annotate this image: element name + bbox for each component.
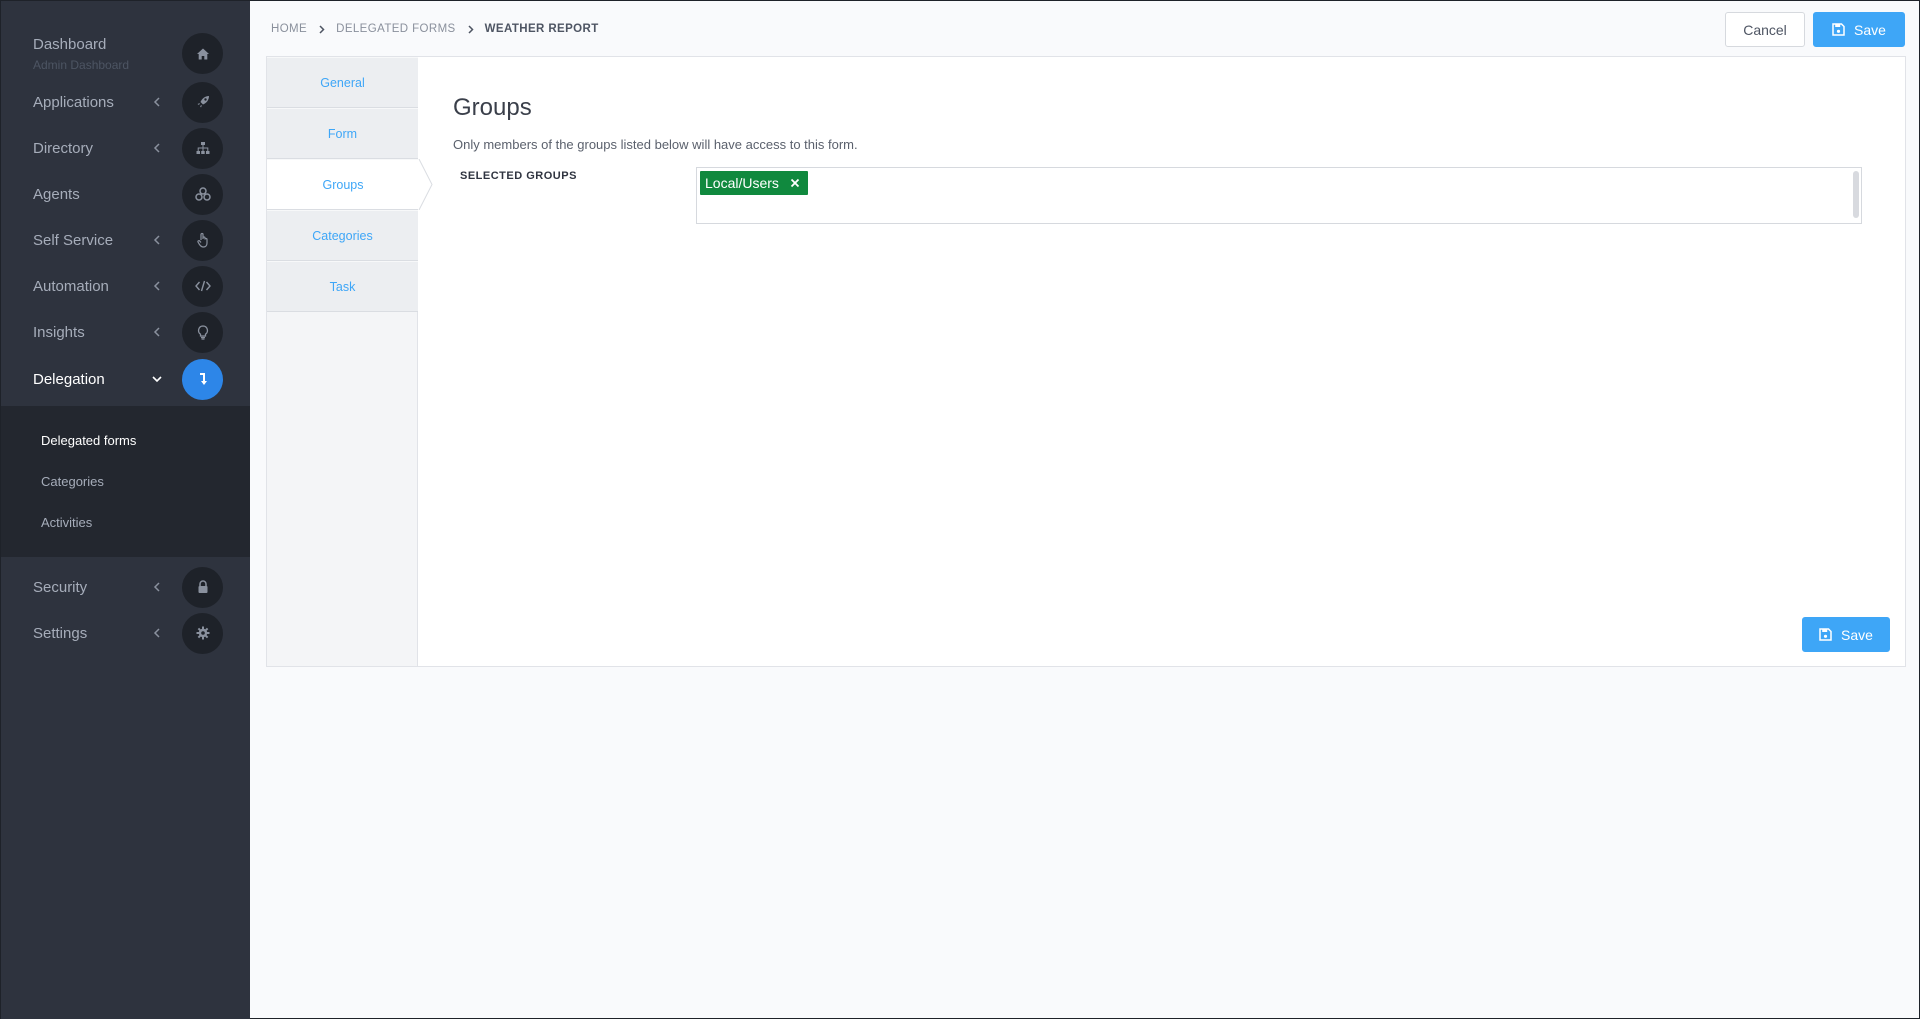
page-title: Groups [453,94,532,121]
sidebar-item-directory[interactable]: Directory [1,125,250,171]
save-button-top[interactable]: Save [1813,12,1905,47]
sidebar-item-sublabel: Admin Dashboard [33,58,130,72]
scrollbar[interactable] [1853,171,1859,218]
save-button-label: Save [1854,21,1886,38]
chevron-left-icon [150,626,164,640]
chevron-down-icon [150,372,164,386]
sidebar-item-applications[interactable]: Applications [1,79,250,125]
sidebar-item-label: Applications [33,93,114,111]
sidebar-item-label: Self Service [33,231,114,249]
breadcrumb-home[interactable]: HOME [271,23,307,35]
lightbulb-icon [182,311,223,353]
breadcrumb-delegated-forms[interactable]: DELEGATED FORMS [336,23,456,35]
sidebar-item-label: Dashboard [33,36,107,53]
save-button-label: Save [1841,626,1873,643]
breadcrumb: HOME DELEGATED FORMS WEATHER REPORT [271,21,599,37]
selected-groups-label: SELECTED GROUPS [460,170,577,182]
group-tag: Local/Users [700,171,808,195]
sidebar-item-label: Security [33,578,88,596]
sidebar-item-dashboard[interactable]: Dashboard Admin Dashboard [1,29,250,79]
page-description: Only members of the groups listed below … [453,137,858,152]
save-icon [1819,628,1832,641]
sitemap-icon [182,127,223,169]
cancel-button-label: Cancel [1743,21,1787,38]
chevron-left-icon [150,233,164,247]
tab-groups[interactable]: Groups [267,159,419,210]
rocket-icon [182,81,223,123]
sidebar-item-automation[interactable]: Automation [1,263,250,309]
form-editor-panel: General Form Groups Categories Task Grou… [266,56,1906,667]
sidebar-item-label: Directory [33,139,94,157]
delegation-icon [182,358,223,400]
sidebar-item-security[interactable]: Security [1,564,250,610]
tab-task[interactable]: Task [267,261,418,312]
active-tab-pointer [418,159,433,210]
chevron-left-icon [150,141,164,155]
tab-categories[interactable]: Categories [267,210,418,261]
sidebar-item-label: Delegation [33,370,105,388]
chevron-right-icon [468,24,474,34]
sidebar-item-delegation[interactable]: Delegation [1,356,250,402]
remove-tag-icon[interactable] [790,178,800,188]
cancel-button[interactable]: Cancel [1725,12,1805,47]
sidebar-item-settings[interactable]: Settings [1,610,250,656]
tab-general[interactable]: General [267,57,418,108]
save-icon [1832,23,1845,36]
hand-pointer-icon [182,219,223,261]
selected-groups-input[interactable]: Local/Users [696,167,1862,224]
sidebar: Dashboard Admin Dashboard Applications D… [1,1,250,1019]
sidebar-item-label: Agents [33,185,80,203]
sidebar-item-label: Insights [33,323,85,341]
lock-icon [182,566,223,608]
submenu-item-activities[interactable]: Activities [41,515,92,530]
chevron-left-icon [150,95,164,109]
sidebar-item-label: Automation [33,277,109,295]
chevron-left-icon [150,279,164,293]
tab-column: General Form Groups Categories Task [267,57,419,666]
agents-icon [182,173,223,215]
chevron-right-icon [319,24,325,34]
group-tag-label: Local/Users [705,175,779,191]
gear-icon [182,612,223,654]
tab-form[interactable]: Form [267,108,418,159]
home-icon [182,33,223,74]
sidebar-item-self-service[interactable]: Self Service [1,217,250,263]
code-icon [182,265,223,307]
save-button-bottom[interactable]: Save [1802,617,1890,652]
sidebar-item-insights[interactable]: Insights [1,309,250,355]
submenu-item-categories[interactable]: Categories [41,474,104,489]
delegation-submenu: Delegated forms Categories Activities [1,406,250,557]
submenu-item-delegated-forms[interactable]: Delegated forms [41,433,136,448]
chevron-left-icon [150,580,164,594]
sidebar-item-label: Settings [33,624,88,642]
breadcrumb-current: WEATHER REPORT [484,23,599,35]
chevron-left-icon [150,325,164,339]
sidebar-item-agents[interactable]: Agents [1,171,250,217]
